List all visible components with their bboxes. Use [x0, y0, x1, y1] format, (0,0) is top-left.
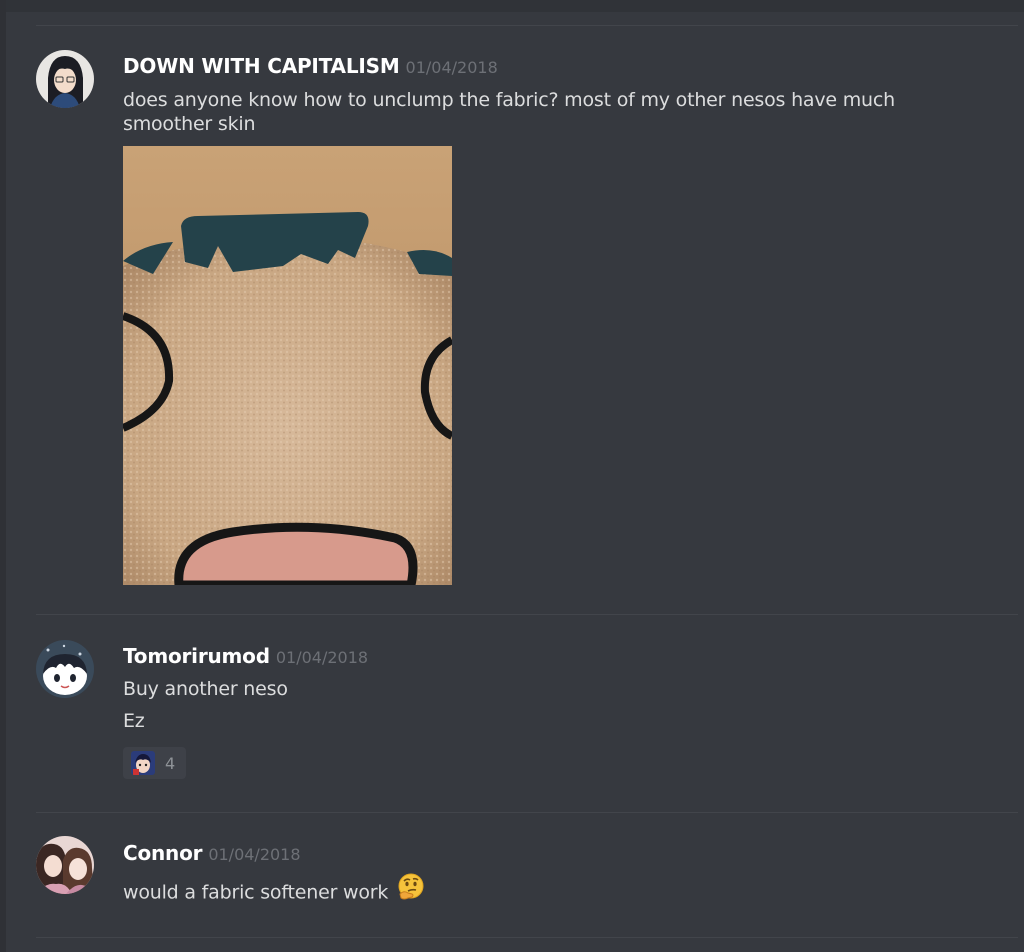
message-divider — [36, 614, 1018, 615]
username[interactable]: Connor — [123, 841, 203, 865]
message-divider — [36, 937, 1018, 938]
message-text: does anyone know how to unclump the fabr… — [123, 88, 895, 136]
message-divider — [36, 812, 1018, 813]
message-divider — [36, 25, 1018, 26]
user-avatar[interactable] — [36, 640, 94, 698]
reaction-button[interactable]: 4 — [123, 747, 186, 779]
reaction-count: 4 — [165, 753, 176, 773]
message-text: Ez — [123, 709, 145, 733]
message-line: does anyone know how to unclump the fabr… — [123, 89, 895, 111]
top-border — [0, 0, 1024, 12]
timestamp: 01/04/2018 — [275, 648, 369, 667]
user-avatar[interactable] — [36, 50, 94, 108]
message-text: Buy another neso — [123, 677, 288, 701]
message-header: Tomorirumod 01/04/2018 — [123, 644, 368, 668]
thinking-face-emoji-icon — [396, 872, 426, 908]
user-avatar[interactable] — [36, 836, 94, 894]
image-attachment[interactable] — [123, 146, 452, 585]
anime-girl-glasses-avatar — [36, 50, 94, 108]
two-people-photo-avatar — [36, 836, 94, 894]
username[interactable]: Tomorirumod — [123, 644, 270, 668]
custom-anime-emoji-icon — [131, 751, 155, 775]
message-header: Connor 01/04/2018 — [123, 841, 301, 865]
plush-doll-face-photo — [123, 146, 452, 585]
chat-messages-panel: DOWN WITH CAPITALISM 01/04/2018 does anyo… — [0, 0, 1024, 952]
username[interactable]: DOWN WITH CAPITALISM — [123, 54, 400, 78]
message-line: would a fabric softener work — [123, 881, 389, 904]
message-line: smoother skin — [123, 113, 256, 135]
left-border — [0, 0, 6, 952]
timestamp: 01/04/2018 — [208, 845, 301, 864]
message-text: would a fabric softener work — [123, 873, 426, 908]
message-line: Buy another neso — [123, 678, 288, 700]
anime-chibi-avatar — [36, 640, 94, 698]
timestamp: 01/04/2018 — [405, 58, 498, 77]
message-header: DOWN WITH CAPITALISM 01/04/2018 — [123, 54, 498, 78]
message-line: Ez — [123, 710, 145, 732]
